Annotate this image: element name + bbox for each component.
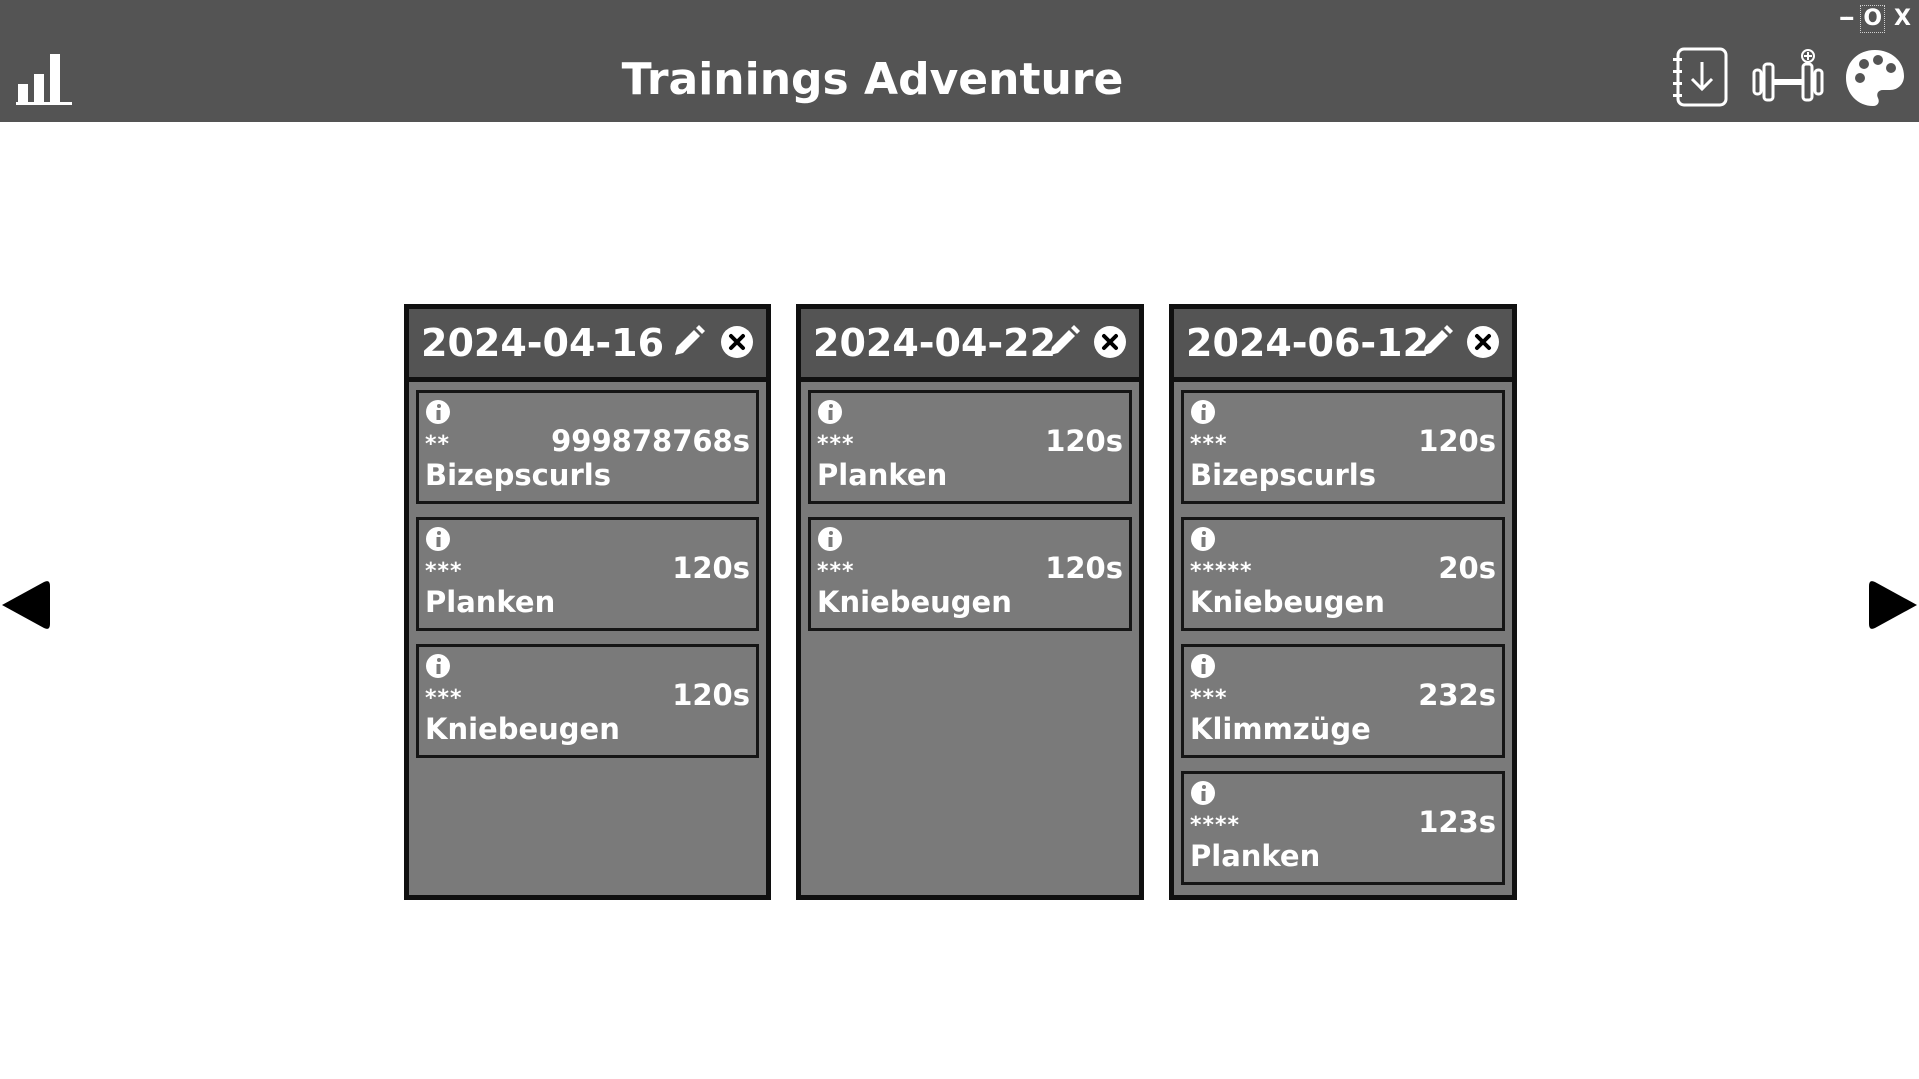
info-icon[interactable] — [425, 653, 451, 679]
exercise-name: Kniebeugen — [817, 585, 1012, 619]
info-icon[interactable] — [1190, 399, 1216, 425]
exercise-card[interactable]: *** Kniebeugen 120s — [416, 644, 759, 758]
exercise-name: Kniebeugen — [425, 712, 620, 746]
exercise-name: Klimmzüge — [1190, 712, 1371, 746]
exercise-rating: ** — [425, 432, 451, 457]
exercise-card[interactable]: *** Bizepscurls 120s — [1181, 390, 1505, 504]
day-card: 2024-06-12 *** Bizepscurls 120s ***** Kn… — [1169, 304, 1517, 900]
exercise-rating: *** — [425, 559, 463, 584]
info-icon[interactable] — [1190, 780, 1216, 806]
top-bar: Trainings Adventure -- O X — [0, 0, 1919, 122]
info-icon[interactable] — [425, 399, 451, 425]
window-controls: -- O X — [1839, 5, 1911, 33]
close-window-button[interactable]: X — [1894, 6, 1911, 32]
day-header: 2024-04-16 — [409, 309, 766, 382]
palette-icon[interactable] — [1844, 48, 1906, 108]
exercise-card[interactable]: ** Bizepscurls 999878768s — [416, 390, 759, 504]
exercise-duration: 232s — [1418, 678, 1496, 712]
exercise-rating: *** — [425, 686, 463, 711]
info-icon[interactable] — [1190, 653, 1216, 679]
exercise-duration: 120s — [672, 551, 750, 585]
info-icon[interactable] — [817, 399, 843, 425]
pencil-edit-icon[interactable] — [1046, 325, 1080, 359]
info-icon[interactable] — [817, 526, 843, 552]
day-card: 2024-04-16 ** Bizepscurls 999878768s ***… — [404, 304, 771, 900]
exercise-card[interactable]: **** Planken 123s — [1181, 771, 1505, 885]
previous-arrow-icon[interactable] — [0, 578, 52, 632]
import-icon[interactable] — [1670, 46, 1730, 108]
minimize-button[interactable]: -- — [1839, 6, 1854, 32]
exercise-rating: *** — [1190, 432, 1228, 457]
delete-day-icon[interactable] — [1093, 325, 1127, 359]
exercise-card[interactable]: *** Planken 120s — [808, 390, 1132, 504]
day-card: 2024-04-22 *** Planken 120s *** Kniebeug… — [796, 304, 1144, 900]
app-title: Trainings Adventure — [621, 54, 1124, 105]
add-exercise-dumbbell-icon[interactable] — [1752, 48, 1824, 106]
exercise-card-partial[interactable] — [1181, 898, 1505, 900]
exercise-duration: 120s — [1045, 424, 1123, 458]
next-arrow-icon[interactable] — [1867, 578, 1919, 632]
exercise-duration: 120s — [1418, 424, 1496, 458]
exercise-card[interactable]: *** Kniebeugen 120s — [808, 517, 1132, 631]
exercise-rating: *** — [1190, 686, 1228, 711]
exercise-duration: 120s — [1045, 551, 1123, 585]
exercise-card[interactable]: *** Planken 120s — [416, 517, 759, 631]
exercise-name: Bizepscurls — [1190, 458, 1376, 492]
exercise-card[interactable]: ***** Kniebeugen 20s — [1181, 517, 1505, 631]
pencil-edit-icon[interactable] — [671, 325, 705, 359]
exercise-rating: **** — [1190, 813, 1241, 838]
exercise-name: Planken — [817, 458, 948, 492]
day-date: 2024-04-16 — [421, 321, 665, 365]
pencil-edit-icon[interactable] — [1419, 325, 1453, 359]
info-icon[interactable] — [1190, 526, 1216, 552]
exercise-name: Bizepscurls — [425, 458, 611, 492]
day-date: 2024-04-22 — [813, 321, 1057, 365]
delete-day-icon[interactable] — [720, 325, 754, 359]
info-icon[interactable] — [425, 526, 451, 552]
exercise-duration: 120s — [672, 678, 750, 712]
maximize-button[interactable]: O — [1860, 5, 1886, 33]
exercise-name: Planken — [1190, 839, 1321, 873]
exercise-rating: *** — [817, 559, 855, 584]
exercise-name: Kniebeugen — [1190, 585, 1385, 619]
exercise-duration: 999878768s — [551, 424, 750, 458]
delete-day-icon[interactable] — [1466, 325, 1500, 359]
exercise-duration: 123s — [1418, 805, 1496, 839]
exercise-name: Planken — [425, 585, 556, 619]
day-header: 2024-04-22 — [801, 309, 1139, 382]
exercise-rating: ***** — [1190, 559, 1253, 584]
exercise-rating: *** — [817, 432, 855, 457]
exercise-card[interactable]: *** Klimmzüge 232s — [1181, 644, 1505, 758]
day-header: 2024-06-12 — [1174, 309, 1512, 382]
day-date: 2024-06-12 — [1186, 321, 1430, 365]
exercise-duration: 20s — [1438, 551, 1496, 585]
